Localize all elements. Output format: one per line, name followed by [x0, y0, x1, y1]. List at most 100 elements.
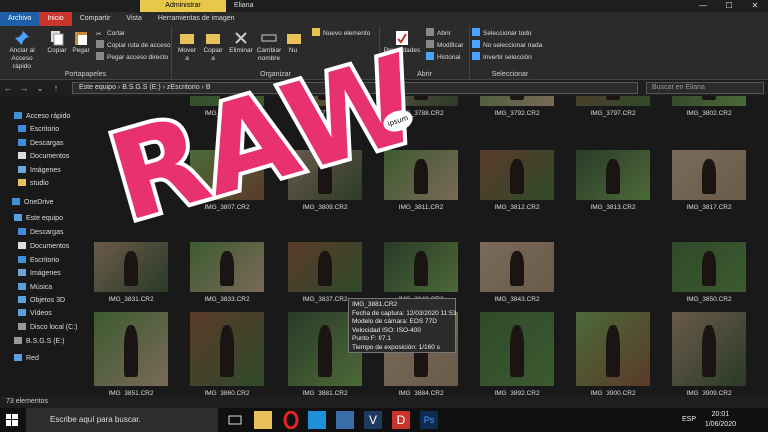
taskbar: Escribe aquí para buscar. V D Ps ESP 20:… — [0, 408, 768, 432]
sidebar-item[interactable]: Vídeos — [18, 307, 52, 320]
tab-share[interactable]: Compartir — [72, 12, 119, 26]
ribbon-tabs: Archivo Inicio Compartir Vista Herramien… — [0, 12, 768, 26]
file-thumbnail[interactable] — [672, 96, 746, 106]
sidebar-item-label: Documentos — [30, 153, 70, 160]
file-thumbnail[interactable] — [480, 150, 554, 200]
sidebar-item[interactable]: Red — [14, 352, 39, 365]
manage-context-label: Administrar — [140, 0, 226, 12]
sidebar-item[interactable]: Este equipo — [14, 212, 63, 225]
sidebar-item[interactable]: Música — [18, 281, 52, 294]
language-indicator[interactable]: ESP — [682, 408, 696, 432]
file-thumbnail[interactable] — [384, 242, 458, 292]
sidebar-item[interactable]: Documentos — [18, 150, 69, 163]
file-thumbnail[interactable] — [672, 150, 746, 200]
sidebar-folder-icon — [18, 139, 26, 146]
tab-home[interactable]: Inicio — [39, 12, 72, 26]
sidebar-item[interactable]: studio — [18, 177, 49, 190]
copy-button[interactable]: Copiar — [46, 30, 68, 55]
tab-file[interactable]: Archivo — [0, 12, 40, 26]
select-all-button[interactable]: Seleccionar todo — [472, 28, 531, 40]
minimize-button[interactable]: — — [690, 0, 716, 12]
file-thumbnail[interactable] — [190, 312, 264, 386]
thumbnail-figure — [701, 159, 717, 194]
close-button[interactable]: ✕ — [742, 0, 768, 12]
taskbar-search[interactable]: Escribe aquí para buscar. — [26, 408, 218, 432]
sidebar-item-label: Red — [26, 355, 39, 362]
file-name: IMG_3797.CR2 — [590, 110, 636, 117]
file-thumbnail[interactable] — [94, 312, 168, 386]
sidebar-item[interactable]: Objetos 3D — [18, 294, 65, 307]
sidebar-folder-icon — [18, 242, 26, 249]
sidebar-item-label: Acceso rápido — [26, 113, 71, 120]
photoshop-icon[interactable]: Ps — [420, 411, 438, 429]
sidebar-folder-icon — [18, 125, 26, 132]
opera-icon[interactable] — [282, 410, 300, 430]
file-thumbnail[interactable] — [190, 242, 264, 292]
thumbnail-figure — [219, 325, 235, 378]
sidebar-item[interactable]: Disco local (C:) — [18, 321, 77, 334]
maximize-button[interactable]: ☐ — [716, 0, 742, 12]
back-icon[interactable]: ← — [0, 83, 16, 93]
tooltip-model: Modelo de cámara: EOS 77D — [352, 318, 437, 325]
tooltip-exposure: Tiempo de exposición: 1/160 s — [352, 343, 440, 351]
recent-chevron-icon[interactable]: ⌄ — [32, 83, 48, 94]
clock-time: 20:01 — [711, 411, 730, 418]
file-thumbnail[interactable] — [94, 242, 168, 292]
new-item-button[interactable]: Nuevo elemento — [312, 28, 370, 40]
tooltip-name: IMG_3881.CR2 — [352, 301, 398, 308]
history-button[interactable]: Historial — [426, 52, 460, 64]
sidebar-folder-icon — [18, 256, 26, 263]
tab-image-tools[interactable]: Herramientas de imagen — [150, 12, 243, 26]
sidebar-item-label: Escritorio — [30, 257, 60, 264]
thumbnail-figure — [605, 159, 621, 194]
sidebar-item-label: Imágenes — [30, 270, 61, 277]
sidebar-item[interactable]: B.S.G.S (E:) — [14, 335, 65, 348]
open-button[interactable]: Abrir — [426, 28, 451, 40]
thumbnail-figure — [701, 96, 717, 100]
sidebar-item[interactable]: Imágenes — [18, 164, 61, 177]
file-thumbnail[interactable] — [576, 312, 650, 386]
pin-quick-access-button[interactable]: Anclar al Acceso rápido — [2, 30, 42, 71]
up-icon[interactable]: ↑ — [48, 83, 64, 93]
sidebar-item[interactable]: OneDrive — [12, 196, 54, 209]
taskbar-search-text: Escribe aquí para buscar. — [50, 415, 141, 424]
sidebar-item[interactable]: Descargas — [18, 137, 63, 150]
file-explorer-icon[interactable] — [254, 411, 272, 429]
cut-button[interactable]: ✂ Cortar — [96, 28, 125, 40]
sidebar-item[interactable]: Imágenes — [18, 267, 61, 280]
file-thumbnail[interactable] — [672, 242, 746, 292]
scrollbar[interactable] — [746, 96, 768, 396]
file-thumbnail[interactable] — [480, 312, 554, 386]
thumbnail-figure — [219, 251, 235, 286]
davinci-icon[interactable]: D — [392, 411, 410, 429]
invert-selection-button[interactable]: Invertir selección — [472, 52, 532, 64]
sidebar-folder-icon — [18, 296, 26, 303]
file-thumbnail[interactable] — [576, 96, 650, 106]
sidebar-item[interactable]: Descargas — [18, 226, 63, 239]
tab-view[interactable]: Vista — [118, 12, 149, 26]
forward-icon[interactable]: → — [16, 83, 32, 93]
sidebar-item[interactable]: Escritorio — [18, 123, 59, 136]
tooltip-fstop: Punto F: f/7.1 — [352, 335, 392, 342]
file-thumbnail[interactable] — [480, 242, 554, 292]
photos-icon[interactable] — [336, 411, 354, 429]
file-thumbnail[interactable] — [576, 150, 650, 200]
store-icon[interactable] — [308, 411, 326, 429]
clock[interactable]: 20:01 1/06/2020 — [705, 410, 736, 430]
thumbnail-figure — [509, 159, 525, 194]
select-none-button[interactable]: No seleccionar nada — [472, 40, 542, 52]
search-input[interactable]: Buscar en Eliana — [646, 82, 764, 94]
sidebar-folder-icon — [18, 283, 26, 290]
file-thumbnail[interactable] — [480, 96, 554, 106]
edit-button[interactable]: Modificar — [426, 40, 463, 52]
file-thumbnail[interactable] — [672, 312, 746, 386]
start-button[interactable] — [0, 408, 24, 432]
sidebar-folder-icon — [12, 198, 20, 205]
vegas-icon[interactable]: V — [364, 411, 382, 429]
task-view-icon[interactable] — [226, 411, 244, 429]
sidebar-item[interactable]: Acceso rápido — [14, 110, 70, 123]
sidebar-item[interactable]: Documentos — [18, 240, 69, 253]
sidebar-item-label: Música — [30, 284, 53, 291]
sidebar-item[interactable]: Escritorio — [18, 254, 59, 267]
file-thumbnail[interactable] — [288, 242, 362, 292]
